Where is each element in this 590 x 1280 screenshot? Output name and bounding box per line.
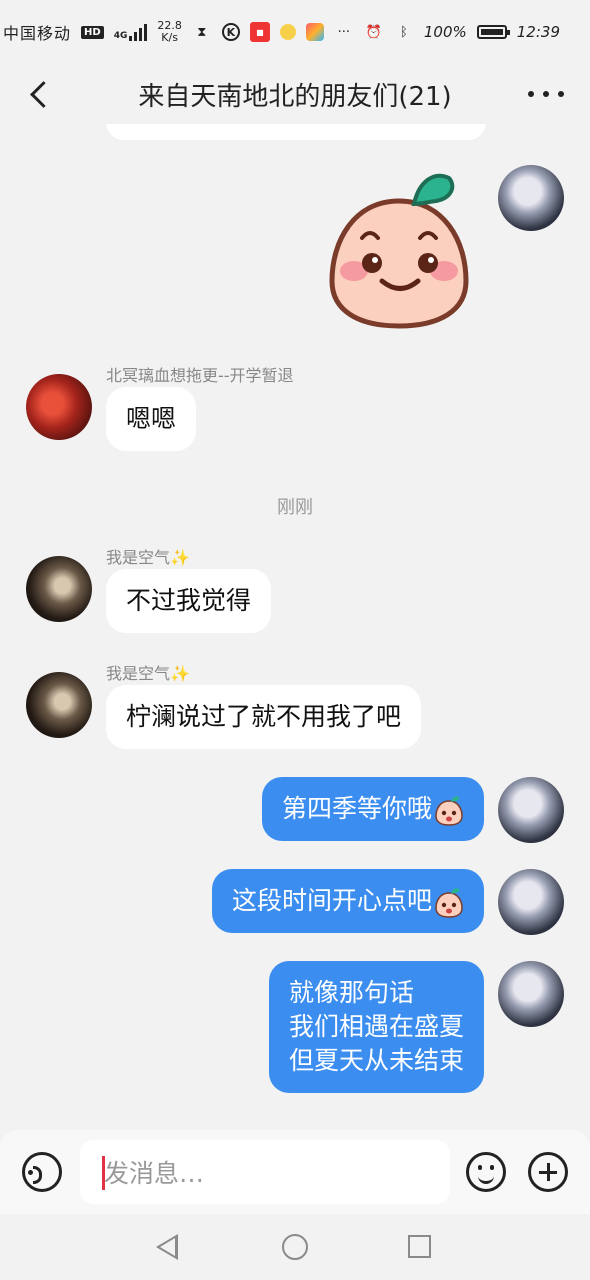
sender-name: 我是空气✨ <box>106 544 190 568</box>
message-list[interactable]: 北冥璃血想拖更--开学暂退 嗯嗯 刚刚 我是空气✨ 不过我觉得 我是空气✨ 柠澜… <box>0 124 590 1130</box>
peach-emoji <box>435 796 463 826</box>
status-bar: 中国移动 HD 4G 22.8 K/s ⧗ K ■ ··· ⏰ ᛒ 100% 1… <box>0 0 590 64</box>
system-nav-bar <box>0 1214 590 1280</box>
my-avatar[interactable] <box>498 165 564 231</box>
chat-header: 来自天南地北的朋友们(21) <box>0 64 590 124</box>
more-dots-icon: ··· <box>337 24 351 40</box>
message-text: 第四季等你哦 <box>281 794 432 823</box>
bluetooth-icon: ᛒ <box>399 24 408 40</box>
speed-unit: K/s <box>161 31 178 44</box>
my-message-bubble[interactable]: 这段时间开心点吧 <box>211 869 484 933</box>
voice-input-button[interactable] <box>22 1152 62 1192</box>
plus-button[interactable] <box>528 1152 568 1192</box>
my-message-bubble[interactable]: 就像那句话 我们相遇在盛夏 但夏天从未结束 <box>268 961 484 1093</box>
my-message-bubble[interactable]: 第四季等你哦 <box>261 777 484 841</box>
alarm-icon: ⏰ <box>365 24 382 40</box>
sender-name: 我是空气✨ <box>106 660 190 684</box>
sender-avatar[interactable] <box>26 556 92 622</box>
peach-emoji <box>435 888 463 918</box>
my-avatar[interactable] <box>498 961 564 1027</box>
message-text: 这段时间开心点吧 <box>231 886 432 915</box>
message-text: 不过我觉得 <box>126 586 252 615</box>
peach-smile-sticker[interactable] <box>324 166 474 331</box>
nav-home-icon[interactable] <box>282 1234 308 1260</box>
more-options-button[interactable] <box>528 78 564 110</box>
clock: 12:39 <box>516 23 560 41</box>
group-title: 来自天南地北的朋友们(21) <box>138 81 452 112</box>
input-bar: 发消息… <box>0 1130 590 1214</box>
message-input[interactable]: 发消息… <box>80 1140 450 1204</box>
network-speed: 22.8 K/s <box>157 20 182 44</box>
sender-name-text: 我是空气 <box>106 664 171 683</box>
message-text: 柠澜说过了就不用我了吧 <box>126 702 402 731</box>
sender-avatar[interactable] <box>26 672 92 738</box>
k-app-icon: K <box>221 23 240 41</box>
sender-avatar[interactable] <box>26 374 92 440</box>
time-divider: 刚刚 <box>277 497 313 518</box>
red-app-icon: ■ <box>249 22 270 42</box>
carrier-name: 中国移动 <box>3 24 72 43</box>
sender-name-text: 我是空气 <box>106 548 171 567</box>
sparkle-icon: ✨ <box>170 548 190 567</box>
network-type: 4G <box>113 31 128 41</box>
sparkle-icon: ✨ <box>170 664 190 683</box>
my-avatar[interactable] <box>498 777 564 843</box>
input-placeholder: 发消息… <box>104 1159 205 1188</box>
sender-name: 北冥璃血想拖更--开学暂退 <box>106 366 294 385</box>
message-bubble[interactable]: 不过我觉得 <box>106 569 272 633</box>
hd-badge: HD <box>81 25 104 39</box>
my-avatar[interactable] <box>498 869 564 935</box>
text-caret <box>102 1156 105 1190</box>
multicolor-app-icon <box>305 23 324 41</box>
message-bubble[interactable]: 柠澜说过了就不用我了吧 <box>106 685 422 749</box>
message-text: 嗯嗯 <box>126 404 177 433</box>
message-text: 就像那句话 我们相遇在盛夏 但夏天从未结束 <box>288 978 464 1075</box>
nav-back-icon[interactable] <box>156 1234 178 1260</box>
emoji-button[interactable] <box>466 1152 506 1192</box>
yellow-app-icon <box>279 24 296 40</box>
battery-icon <box>476 25 510 39</box>
previous-message-bubble <box>106 124 486 140</box>
hourglass-icon: ⧗ <box>197 24 207 40</box>
nav-recents-icon[interactable] <box>408 1235 431 1258</box>
battery-percent: 100% <box>423 23 467 41</box>
back-button[interactable] <box>22 76 58 112</box>
signal-icon: 4G <box>114 23 148 41</box>
message-bubble[interactable]: 嗯嗯 <box>106 387 197 451</box>
